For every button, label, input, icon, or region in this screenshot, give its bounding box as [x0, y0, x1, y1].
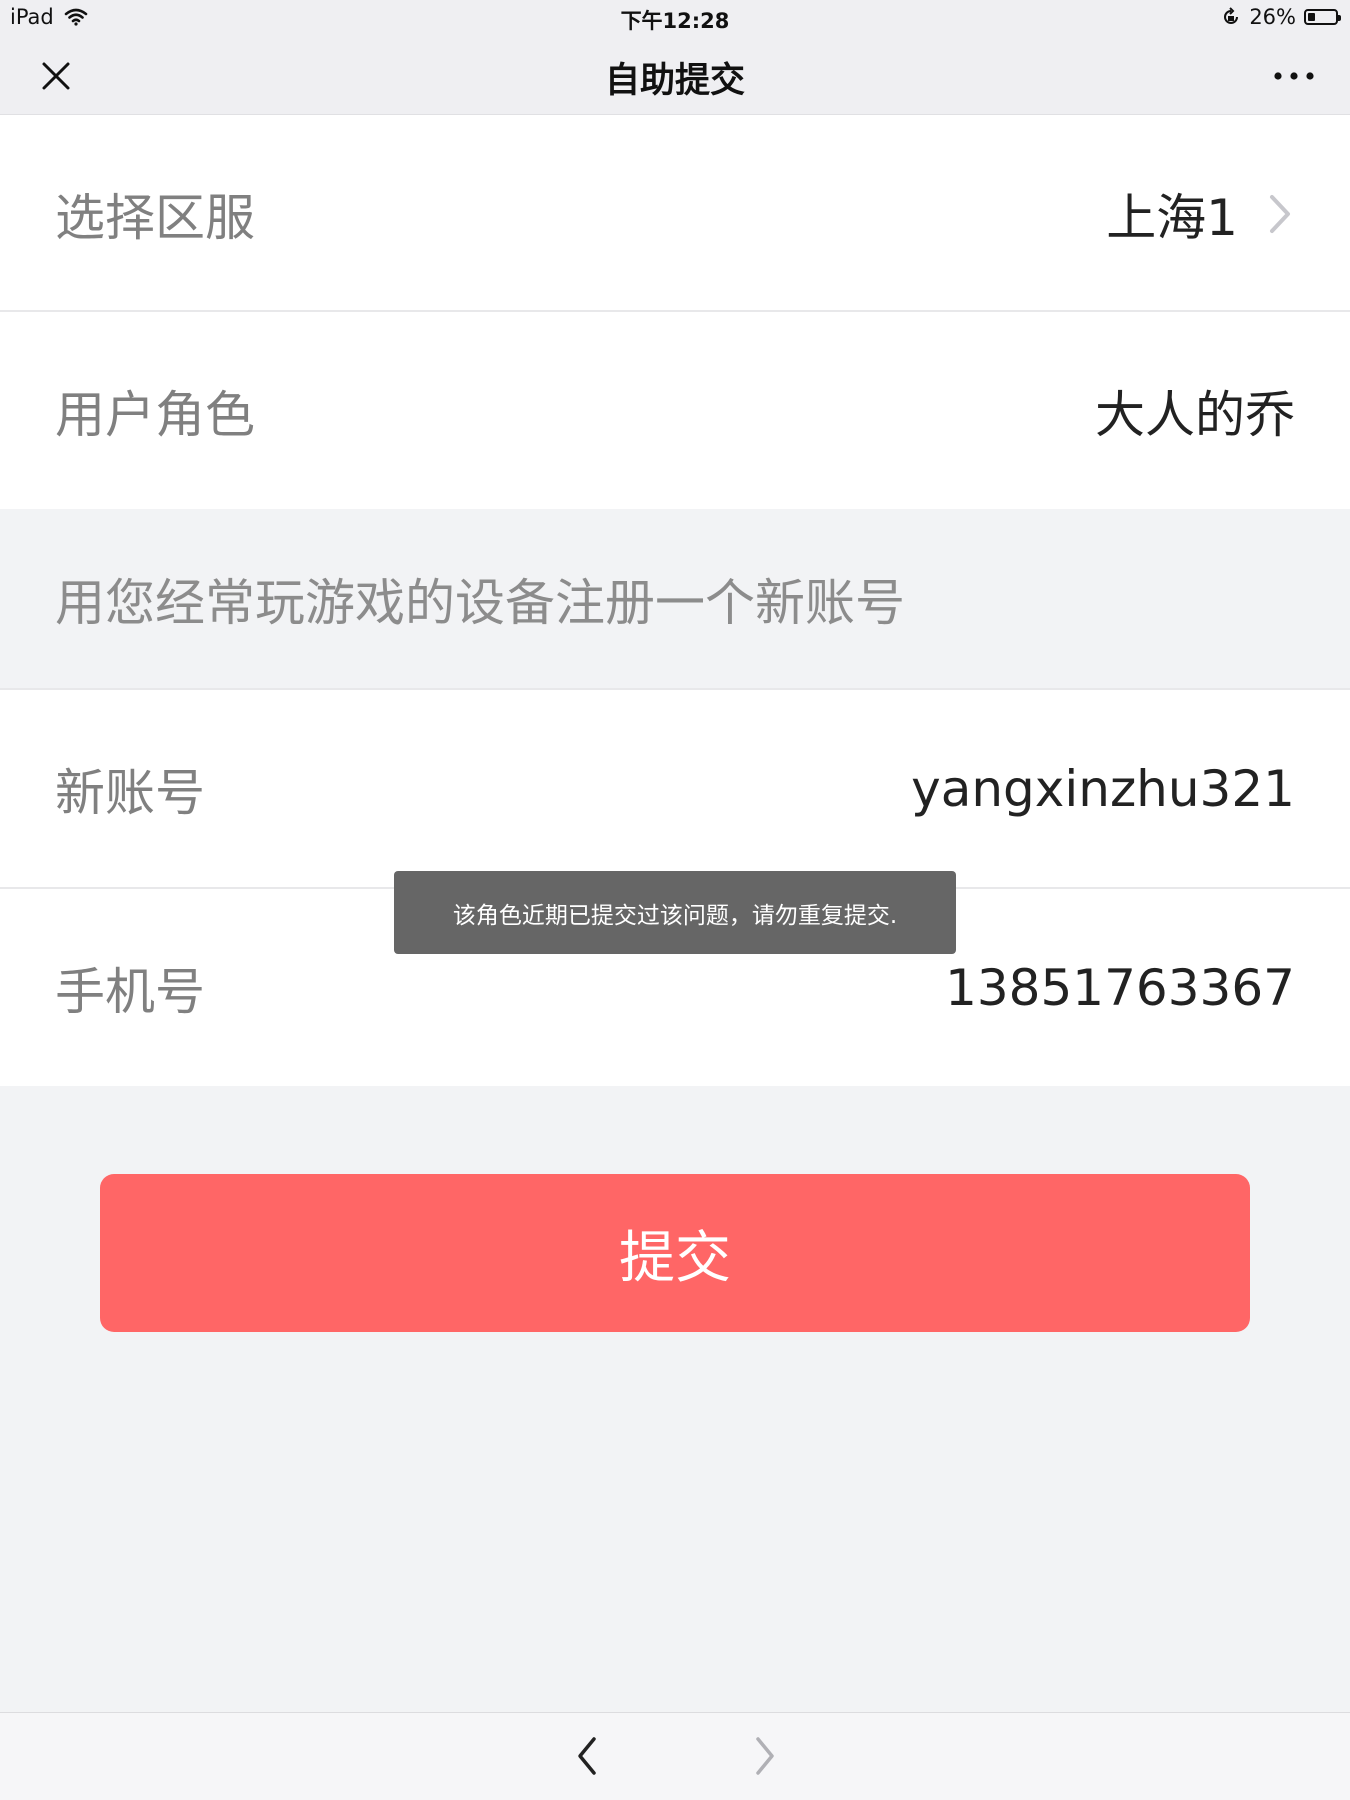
- role-row: 用户角色 大人的乔: [0, 312, 1350, 509]
- region-value: 上海1: [1106, 188, 1238, 247]
- submit-button[interactable]: 提交: [100, 1174, 1250, 1332]
- status-time: 下午12:28: [620, 9, 730, 33]
- bottom-toolbar: [0, 1712, 1350, 1800]
- battery-level: [1308, 13, 1315, 21]
- phone-label: 手机号: [55, 962, 205, 1021]
- back-arrow-icon[interactable]: [566, 1731, 610, 1781]
- status-bar: iPad 下午12:28 26%: [0, 0, 1350, 36]
- account-row[interactable]: 新账号 yangxinzhu321: [0, 690, 1350, 887]
- account-field[interactable]: yangxinzhu321: [911, 760, 1295, 818]
- hint-text: 用您经常玩游戏的设备注册一个新账号: [55, 573, 905, 632]
- section-hint: 用您经常玩游戏的设备注册一个新账号: [0, 509, 1350, 688]
- phone-field[interactable]: 13851763367: [945, 959, 1295, 1017]
- role-label: 用户角色: [55, 385, 255, 444]
- toast-message: 该角色近期已提交过该问题，请勿重复提交.: [394, 871, 956, 954]
- battery-percent: 26%: [1249, 5, 1296, 29]
- rotation-lock-icon: [1224, 7, 1239, 24]
- chevron-right-icon: [1270, 194, 1290, 233]
- more-icon[interactable]: [1264, 54, 1324, 98]
- role-value: 大人的乔: [1095, 385, 1295, 444]
- region-label: 选择区服: [55, 188, 255, 247]
- battery-icon: [1304, 9, 1341, 25]
- account-label: 新账号: [55, 763, 205, 822]
- region-row[interactable]: 选择区服 上海1: [0, 115, 1350, 312]
- page-title: 自助提交: [604, 61, 745, 101]
- forward-arrow-icon[interactable]: [742, 1731, 786, 1781]
- nav-bar: 自助提交: [0, 36, 1350, 115]
